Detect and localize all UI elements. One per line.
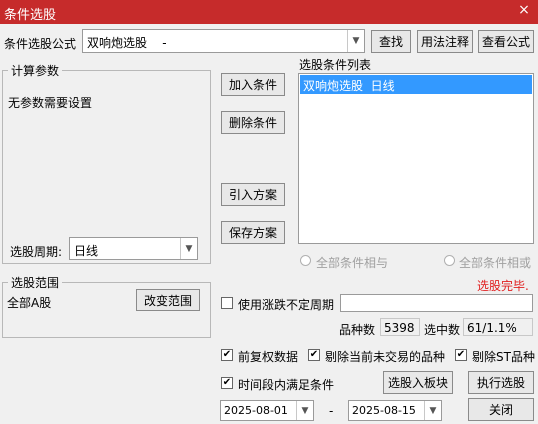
or-label: 全部条件相或 — [459, 256, 532, 270]
import-plan-button[interactable]: 引入方案 — [221, 183, 285, 206]
period-select[interactable]: 日线 ▼ — [69, 237, 198, 260]
params-group-title: 计算参数 — [8, 62, 63, 79]
end-date-value: 2025-08-15 — [352, 404, 416, 417]
formula-select[interactable]: 双响炮选股 - ▼ — [82, 29, 365, 53]
usage-button[interactable]: 用法注释 — [417, 30, 473, 53]
period-satisfy-label: 时间段内满足条件 — [238, 378, 335, 392]
period-label: 选股周期: — [10, 245, 63, 259]
and-label: 全部条件相与 — [316, 256, 389, 270]
formula-value: 双响炮选股 - — [87, 36, 167, 50]
end-date-picker[interactable]: 2025-08-15 ▼ — [348, 400, 442, 421]
volatility-label: 使用涨跌不定周期 — [238, 298, 335, 312]
or-radio[interactable] — [444, 255, 455, 266]
no-params-text: 无参数需要设置 — [8, 96, 93, 110]
close-icon[interactable]: × — [516, 2, 532, 18]
and-radio[interactable] — [300, 255, 311, 266]
exclude-untraded-label: 剔除当前未交易的品种 — [325, 350, 446, 364]
count-label: 品种数 — [339, 323, 376, 337]
exclude-st-label: 剔除ST品种 — [472, 350, 535, 364]
title-bar: 条件选股 × — [0, 0, 538, 24]
range-value: 全部A股 — [7, 296, 52, 310]
count-field: 5398 — [380, 318, 420, 336]
view-formula-button[interactable]: 查看公式 — [478, 30, 534, 53]
find-button[interactable]: 查找 — [371, 30, 411, 53]
to-block-button[interactable]: 选股入板块 — [383, 371, 453, 394]
delete-condition-button[interactable]: 删除条件 — [221, 111, 285, 134]
close-button[interactable]: 关闭 — [468, 398, 534, 421]
start-date-value: 2025-08-01 — [224, 404, 288, 417]
start-date-picker[interactable]: 2025-08-01 ▼ — [220, 400, 314, 421]
condition-list[interactable]: 双响炮选股 日线 — [298, 73, 534, 244]
chevron-down-icon[interactable]: ▼ — [424, 401, 441, 420]
count-value: 5398 — [384, 321, 415, 335]
status-text: 选股完毕. — [477, 279, 529, 293]
period-satisfy-checkbox[interactable]: ✔ — [221, 377, 233, 389]
window-title: 条件选股 — [4, 8, 57, 23]
selected-value: 61/1.1% — [467, 321, 517, 335]
volatility-checkbox[interactable] — [221, 297, 233, 309]
adjusted-label: 前复权数据 — [238, 350, 299, 364]
exclude-untraded-checkbox[interactable]: ✔ — [308, 349, 320, 361]
list-item-label: 双响炮选股 日线 — [303, 79, 395, 93]
condition-list-title: 选股条件列表 — [299, 58, 372, 72]
chevron-down-icon[interactable]: ▼ — [296, 401, 313, 420]
add-condition-button[interactable]: 加入条件 — [221, 73, 285, 96]
chevron-down-icon[interactable]: ▼ — [180, 238, 197, 259]
formula-label: 条件选股公式 — [4, 37, 77, 51]
selected-label: 选中数 — [424, 323, 461, 337]
selected-field: 61/1.1% — [463, 318, 533, 336]
execute-button[interactable]: 执行选股 — [468, 371, 534, 394]
change-range-button[interactable]: 改变范围 — [136, 289, 200, 311]
chevron-down-icon[interactable]: ▼ — [347, 30, 364, 52]
volatility-input[interactable] — [340, 294, 533, 312]
adjusted-checkbox[interactable]: ✔ — [221, 349, 233, 361]
period-value: 日线 — [74, 244, 99, 258]
save-plan-button[interactable]: 保存方案 — [221, 221, 285, 244]
exclude-st-checkbox[interactable]: ✔ — [455, 349, 467, 361]
list-item[interactable]: 双响炮选股 日线 — [300, 75, 532, 94]
range-group-title: 选股范围 — [8, 274, 63, 291]
date-separator: - — [329, 404, 334, 418]
